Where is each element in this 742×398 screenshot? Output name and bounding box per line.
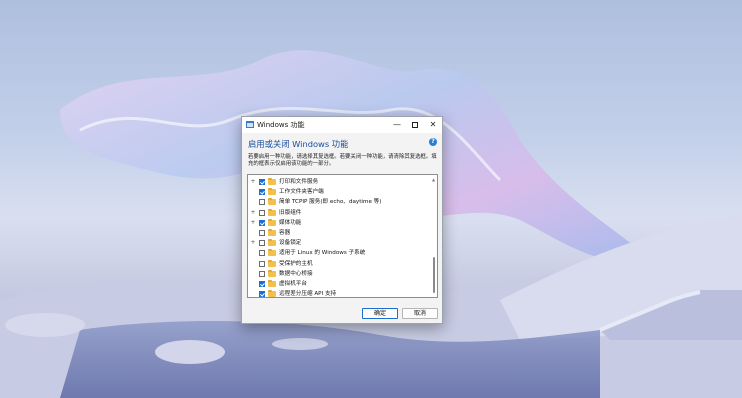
feature-label: 简单 TCPIP 服务(即 echo、daytime 等)	[279, 199, 382, 206]
maximize-icon	[412, 121, 418, 128]
feature-checkbox[interactable]	[259, 281, 265, 287]
folder-icon	[268, 239, 276, 247]
windows-features-app-icon	[246, 121, 254, 128]
feature-checkbox[interactable]	[259, 230, 265, 236]
feature-label: 适用于 Linux 的 Windows 子系统	[279, 250, 366, 257]
feature-checkbox[interactable]	[259, 250, 265, 257]
feature-label: 虚拟机平台	[279, 281, 307, 287]
expand-icon[interactable]: +	[250, 209, 256, 216]
dialog-heading: 启用或关闭 Windows 功能	[248, 139, 349, 149]
feature-checkbox[interactable]	[259, 291, 265, 297]
window-title: Windows 功能	[257, 121, 305, 129]
feature-row[interactable]: 受保护的主机	[248, 259, 432, 269]
folder-icon	[268, 198, 276, 206]
title-bar[interactable]: Windows 功能 — ✕	[242, 117, 442, 133]
feature-checkbox[interactable]	[259, 199, 265, 206]
feature-label: 工作文件夹客户端	[279, 189, 324, 196]
feature-checkbox[interactable]	[259, 270, 265, 277]
expand-icon[interactable]: +	[250, 240, 256, 246]
feature-checkbox[interactable]	[259, 189, 265, 196]
feature-row[interactable]: 数据中心桥接	[248, 269, 432, 279]
minimize-button[interactable]: —	[388, 117, 406, 133]
feature-label: 旧版组件	[279, 209, 302, 216]
folder-icon	[268, 269, 276, 277]
scroll-thumb[interactable]	[433, 257, 435, 293]
feature-label: 媒体功能	[279, 219, 302, 226]
dialog-description: 若要启用一种功能，请选择其复选框。若要关闭一种功能，请清除其复选框。填充的框表示…	[248, 154, 437, 168]
feature-label: 设备锁定	[279, 240, 302, 247]
feature-row[interactable]: 容器	[248, 228, 432, 238]
feature-row[interactable]: + 媒体功能	[248, 218, 432, 228]
feature-row[interactable]: + 旧版组件	[248, 208, 432, 218]
feature-row[interactable]: 虚拟机平台	[248, 279, 432, 289]
folder-icon	[268, 188, 276, 196]
ok-button[interactable]: 确定	[362, 308, 398, 319]
feature-row[interactable]: + 打印和文件服务	[248, 177, 432, 187]
tree-scrollbar[interactable]: ▲	[432, 177, 436, 295]
feature-checkbox[interactable]	[259, 179, 265, 185]
folder-icon	[268, 290, 276, 297]
folder-icon	[268, 178, 276, 185]
folder-icon	[268, 229, 276, 236]
folder-icon	[268, 259, 276, 267]
cancel-button[interactable]: 取消	[402, 308, 438, 319]
feature-checkbox[interactable]	[259, 260, 265, 267]
feature-label: 数据中心桥接	[279, 270, 313, 277]
folder-icon	[268, 208, 276, 216]
feature-row[interactable]: 工作文件夹客户端	[248, 187, 432, 197]
windows-features-dialog: Windows 功能 — ✕ 启用或关闭 Windows 功能 ? 若要启用一种…	[241, 116, 443, 324]
expand-icon[interactable]: +	[250, 219, 256, 226]
folder-icon	[268, 218, 276, 226]
feature-checkbox[interactable]	[259, 240, 265, 247]
feature-tree[interactable]: + 打印和文件服务 工作文件夹客户端简单 TCPIP 服务(即 echo、dayti…	[247, 174, 438, 298]
feature-row[interactable]: 远程差分压缩 API 支持	[248, 289, 432, 298]
feature-checkbox[interactable]	[259, 219, 265, 226]
feature-row[interactable]: 简单 TCPIP 服务(即 echo、daytime 等)	[248, 197, 432, 207]
feature-row[interactable]: 适用于 Linux 的 Windows 子系统	[248, 248, 432, 258]
close-button[interactable]: ✕	[424, 117, 442, 133]
feature-label: 远程差分压缩 API 支持	[279, 291, 337, 298]
scroll-up-icon[interactable]: ▲	[432, 177, 435, 182]
feature-row[interactable]: + 设备锁定	[248, 238, 432, 248]
feature-checkbox[interactable]	[259, 209, 265, 216]
feature-label: 打印和文件服务	[279, 179, 319, 185]
folder-icon	[268, 249, 276, 257]
expand-icon[interactable]: +	[250, 179, 256, 185]
feature-label: 受保护的主机	[279, 260, 313, 267]
feature-label: 容器	[279, 230, 291, 236]
folder-icon	[268, 280, 276, 287]
maximize-button[interactable]	[406, 117, 424, 133]
help-icon[interactable]: ?	[429, 138, 437, 146]
